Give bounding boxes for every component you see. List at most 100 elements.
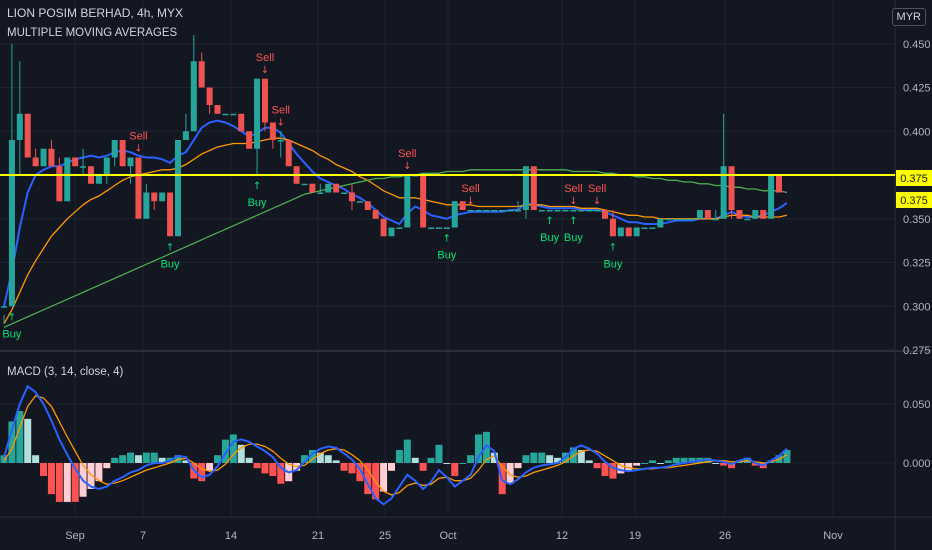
price-tick-label: 0.425 [903,83,931,95]
candle-body [546,210,553,212]
candle-body [269,122,276,140]
macd-histogram-bar [435,444,443,463]
candle-body [301,183,308,186]
buy-arrow: ↑ [443,234,451,245]
macd-histogram-bar [40,463,48,476]
macd-histogram-bar [245,457,253,463]
sell-arrow: ↓ [277,117,285,128]
candle-body [404,175,411,228]
candle-body [103,157,110,175]
candle-body [317,192,324,194]
price-tick-label: 0.350 [903,214,931,226]
candle-body [538,210,545,212]
candle-body [459,201,466,210]
price-label-text: 0.375 [900,195,928,207]
candle-body [712,218,719,221]
candle-body [348,192,355,202]
time-tick-label: 12 [556,530,568,542]
buy-arrow: ↑ [609,242,617,253]
candle-body [8,140,15,307]
indicator-title[interactable]: MULTIPLE MOVING AVERAGES [7,27,177,39]
macd-histogram-bar [127,452,135,463]
macd-histogram-bar [530,452,538,463]
candle-body [380,218,387,237]
macd-histogram-bar [47,463,55,495]
candle-body [443,227,450,229]
macd-histogram-bar [419,463,427,471]
buy-arrow: ↑ [166,242,174,253]
candle-body [776,175,782,193]
candle-body [277,140,284,142]
candle-body [649,227,656,229]
candle-body [665,218,672,221]
macd-histogram-bar [103,463,111,469]
macd-tick-label: 0.000 [903,458,931,470]
macd-histogram-bar [395,450,403,463]
candle-body [396,227,403,229]
candle-body [522,166,529,210]
candle-body [562,210,569,212]
sell-arrow: ↓ [134,144,142,155]
candle-body [230,113,237,116]
candle-body [32,157,39,167]
macd-histogram-bar [641,463,649,464]
price-tick-label: 0.400 [903,126,931,138]
candle-body [617,227,624,237]
buy-signal-label: Buy [603,258,622,270]
candle-body [728,166,735,210]
macd-title[interactable]: MACD (3, 14, close, 4) [7,366,123,378]
candle-body [214,105,221,114]
macd-histogram-bar [253,463,261,469]
buy-signal-label: Buy [540,232,559,244]
candle-body [254,78,261,149]
buy-signal-label: Buy [248,197,267,209]
candle-body [499,210,506,212]
candle-body [48,148,55,167]
macd-histogram-bar [427,457,435,463]
candle-body [586,210,593,212]
macd-histogram-bar [546,455,554,463]
macd-histogram-bar [411,457,419,463]
macd-histogram-bar [198,463,206,482]
candle-body [435,227,442,229]
candle-body [206,87,213,105]
price-tick-label: 0.325 [903,258,931,270]
symbol-title[interactable]: LION POSIM BERHAD, 4h, MYX [7,6,183,20]
candle-body [309,183,316,193]
candle-body [135,157,142,219]
price-tick-label: 0.450 [903,39,931,51]
candle-body [372,210,379,219]
candle-body [182,131,189,140]
macd-histogram-bar [656,463,664,464]
price-label-text: 0.375 [900,173,928,185]
candle-body [174,140,181,237]
macd-histogram-bar [593,463,601,469]
candle-body [475,210,482,212]
macd-histogram-bar [403,439,411,463]
currency-button[interactable]: MYR [891,8,926,26]
buy-signal-label: Buy [161,258,180,270]
candle-body [451,201,458,228]
candle-body [625,227,632,237]
macd-histogram-bar [206,463,214,471]
candle-body [80,166,87,168]
candle-body [689,218,696,221]
buy-signal-label: Buy [564,232,583,244]
candle-body [238,113,245,132]
macd-histogram-bar [269,463,277,476]
macd-histogram-bar [261,463,269,474]
sell-arrow: ↓ [261,65,269,76]
macd-histogram-bar [506,463,514,484]
candle-body [40,148,47,167]
sell-arrow: ↓ [593,196,601,207]
buy-arrow: ↑ [569,216,577,227]
candle-body [143,192,150,219]
time-tick-label: 14 [225,530,237,542]
candle-body [159,192,166,202]
candle-body [530,166,537,210]
sell-signal-label: Sell [256,52,274,64]
candle-body [198,61,205,88]
candle-body [696,210,703,219]
candle-body [56,166,63,202]
macd-histogram-bar [467,455,475,463]
